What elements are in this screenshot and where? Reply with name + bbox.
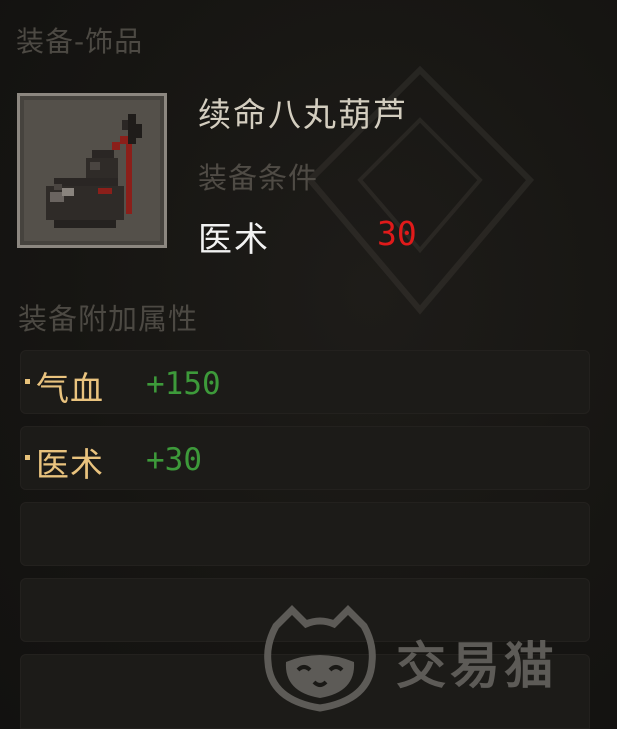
bullet-icon (25, 455, 30, 460)
item-tooltip-panel: 装备-饰品 续命八丸葫芦 装备条件 医术 30 装备附加属性 气血 +150 医… (0, 0, 617, 729)
bonus-value: +30 (146, 442, 202, 478)
category-title: 装备-饰品 (16, 25, 144, 58)
bonus-row: 医术 +30 (20, 426, 590, 490)
bonus-row-empty (20, 502, 590, 566)
bonus-value: +150 (146, 366, 221, 402)
item-name: 续命八丸葫芦 (198, 95, 408, 134)
watermark-text: 交易猫 (396, 637, 558, 695)
bonus-label: 医术 (36, 445, 104, 484)
bonus-row: 气血 +150 (20, 350, 590, 414)
requirement-skill-label: 医术 (198, 220, 270, 260)
item-icon-slot[interactable] (17, 93, 167, 248)
bonus-attributes-header: 装备附加属性 (18, 302, 199, 336)
requirement-skill-value: 30 (377, 214, 417, 253)
bullet-icon (25, 379, 30, 384)
watermark: 交易猫 (262, 604, 602, 714)
cat-logo-icon (264, 605, 376, 712)
bonus-label: 气血 (36, 369, 104, 408)
gourd-icon (46, 114, 142, 228)
requirements-header: 装备条件 (198, 161, 319, 195)
